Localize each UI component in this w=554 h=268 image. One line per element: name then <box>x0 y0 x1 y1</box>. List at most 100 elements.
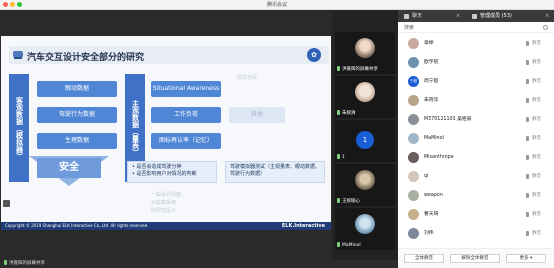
copyright-text: Copyright © 2019 Shanghai ELK Interactiv… <box>5 223 149 228</box>
member-name: 刘伟 <box>424 231 434 236</box>
video-tile[interactable]: MaMinol <box>335 208 395 250</box>
participant-avatar <box>355 82 375 102</box>
mic-muted-icon[interactable] <box>526 79 529 84</box>
bullet-item: • 是否会造成驾驶分神 <box>132 164 182 170</box>
participant-avatar <box>355 214 375 234</box>
close-chat-icon[interactable]: × <box>456 12 460 21</box>
mic-icon <box>337 110 340 115</box>
car-icon <box>13 51 23 59</box>
member-row[interactable]: 朱则华 静音 <box>398 93 554 109</box>
mic-muted-icon[interactable] <box>526 136 529 141</box>
member-row[interactable]: 欧宇航 静音 <box>398 55 554 71</box>
member-name: M370121103 吴栢辰 <box>424 117 472 122</box>
member-row[interactable]: 曹天琦 静音 <box>398 207 554 223</box>
distraction-bullets: • 是否会造成驾驶分神 • 是否影响用户对情况的判断 <box>127 161 217 183</box>
member-name: 曹天琦 <box>424 212 439 217</box>
mic-muted-icon[interactable] <box>526 60 529 65</box>
member-name: Misanthrope <box>424 155 454 160</box>
mic-muted-icon[interactable] <box>526 41 529 46</box>
brand-logo-icon: ✿ <box>307 48 321 62</box>
member-name: 欧宇航 <box>424 60 439 65</box>
member-status: 静音 <box>532 193 541 198</box>
search-label: 搜索 <box>404 25 415 31</box>
video-tile[interactable]: 洪嘉辉的屏幕共享 <box>335 32 395 74</box>
mic-icon <box>337 242 340 247</box>
mic-muted-icon[interactable] <box>526 193 529 198</box>
simulator-test-note: 驾驶模拟器测试（主观量表、眼动数据、驾驶行为数据） <box>225 161 325 183</box>
member-status: 静音 <box>532 41 541 46</box>
eye-tracking-box: 眼动数据 <box>37 81 117 97</box>
gear-icon[interactable] <box>543 25 548 30</box>
member-row[interactable]: MaMinol 静音 <box>398 131 554 147</box>
window-title: 腾讯会议 <box>266 2 287 8</box>
members-icon <box>472 14 477 19</box>
video-tile[interactable]: 1 1 <box>335 120 395 162</box>
member-avatar <box>408 152 419 163</box>
member-row[interactable]: weapon 静音 <box>398 188 554 204</box>
bullet-item: • 是否影响用户对情况的判断 <box>132 171 197 177</box>
tile-label: 1 <box>337 154 393 161</box>
mic-muted-icon[interactable] <box>526 155 529 160</box>
mic-muted-icon[interactable] <box>526 174 529 179</box>
member-name: qi <box>424 174 429 179</box>
member-avatar <box>408 95 419 106</box>
workload-box: 工作负荷 <box>151 107 221 123</box>
participant-avatar <box>355 38 375 58</box>
situational-awareness-box: Situational Awareness <box>151 81 221 97</box>
mic-muted-icon[interactable] <box>526 98 529 103</box>
member-row[interactable]: 宁超 周宁超 静音 <box>398 74 554 90</box>
member-row[interactable]: Misanthrope 静音 <box>398 150 554 166</box>
video-tile[interactable]: 王婉瑜心 <box>335 164 395 206</box>
member-avatar <box>408 38 419 49</box>
member-avatar: 宁超 <box>408 76 419 87</box>
tab-chat[interactable]: 聊天 <box>404 12 422 21</box>
member-status: 静音 <box>532 60 541 65</box>
mute-all-button[interactable]: 全体静音 <box>404 254 444 263</box>
faded-line: 一般设计层面 <box>151 192 182 198</box>
member-search[interactable]: 搜索 <box>398 23 554 33</box>
mic-muted-icon[interactable] <box>526 231 529 236</box>
member-name: 周宁超 <box>424 79 439 84</box>
panel-tabs: 聊天 管理成员 (53) × × <box>398 10 554 22</box>
member-avatar <box>408 190 419 201</box>
tile-label: 王婉瑜心 <box>337 198 393 205</box>
mic-icon <box>337 154 340 159</box>
member-avatar <box>408 133 419 144</box>
member-status: 静音 <box>532 117 541 122</box>
tile-label: MaMinol <box>337 242 393 249</box>
video-strip: 洪嘉辉的屏幕共享 朱婉清 1 1 王婉瑜心 MaMinol <box>332 10 398 260</box>
slide-footer: Copyright © 2019 Shanghai ELK Interactiv… <box>1 222 331 230</box>
mic-muted-icon[interactable] <box>526 212 529 217</box>
close-members-icon[interactable]: × <box>545 12 549 21</box>
video-tile[interactable]: 朱婉清 <box>335 76 395 118</box>
mic-icon <box>4 260 7 265</box>
tab-members[interactable]: 管理成员 (53) <box>472 12 512 21</box>
member-name: 章婷 <box>424 41 434 46</box>
footer-brand: ELK.Interactive <box>281 223 325 229</box>
safety-label: 安全 <box>37 158 101 178</box>
driving-behavior-box: 驾驶行为数据 <box>37 107 117 123</box>
member-row[interactable]: M370121103 吴栢辰 静音 <box>398 112 554 128</box>
annotation-toolbar-icon[interactable] <box>3 200 10 207</box>
window-titlebar: 腾讯会议 <box>0 0 554 10</box>
member-row[interactable]: 刘伟 静音 <box>398 226 554 242</box>
faded-line: 对车载系统 <box>151 200 177 206</box>
member-status: 静音 <box>532 231 541 236</box>
faded-line: 的研究设计 <box>151 208 177 214</box>
member-avatar <box>408 171 419 182</box>
member-status: 静音 <box>532 79 541 84</box>
unmute-all-button[interactable]: 解除全体静音 <box>450 254 500 263</box>
member-row[interactable]: 章婷 静音 <box>398 36 554 52</box>
member-name: weapon <box>424 193 443 198</box>
mic-muted-icon[interactable] <box>526 117 529 122</box>
member-status: 静音 <box>532 98 541 103</box>
other-box: 其他 <box>229 107 285 123</box>
member-status: 静音 <box>532 136 541 141</box>
tile-label: 朱婉清 <box>337 110 393 117</box>
member-row[interactable]: qi 静音 <box>398 169 554 185</box>
member-name: MaMinol <box>424 136 444 141</box>
member-status: 静音 <box>532 155 541 160</box>
more-button[interactable]: 更多 ▾ <box>506 254 546 263</box>
participant-avatar: 1 <box>356 131 374 149</box>
side-panel: 聊天 管理成员 (53) × × 搜索 章婷 静音 欧宇航 静音 宁超 周宁超 静音 朱则华静… <box>398 10 554 268</box>
